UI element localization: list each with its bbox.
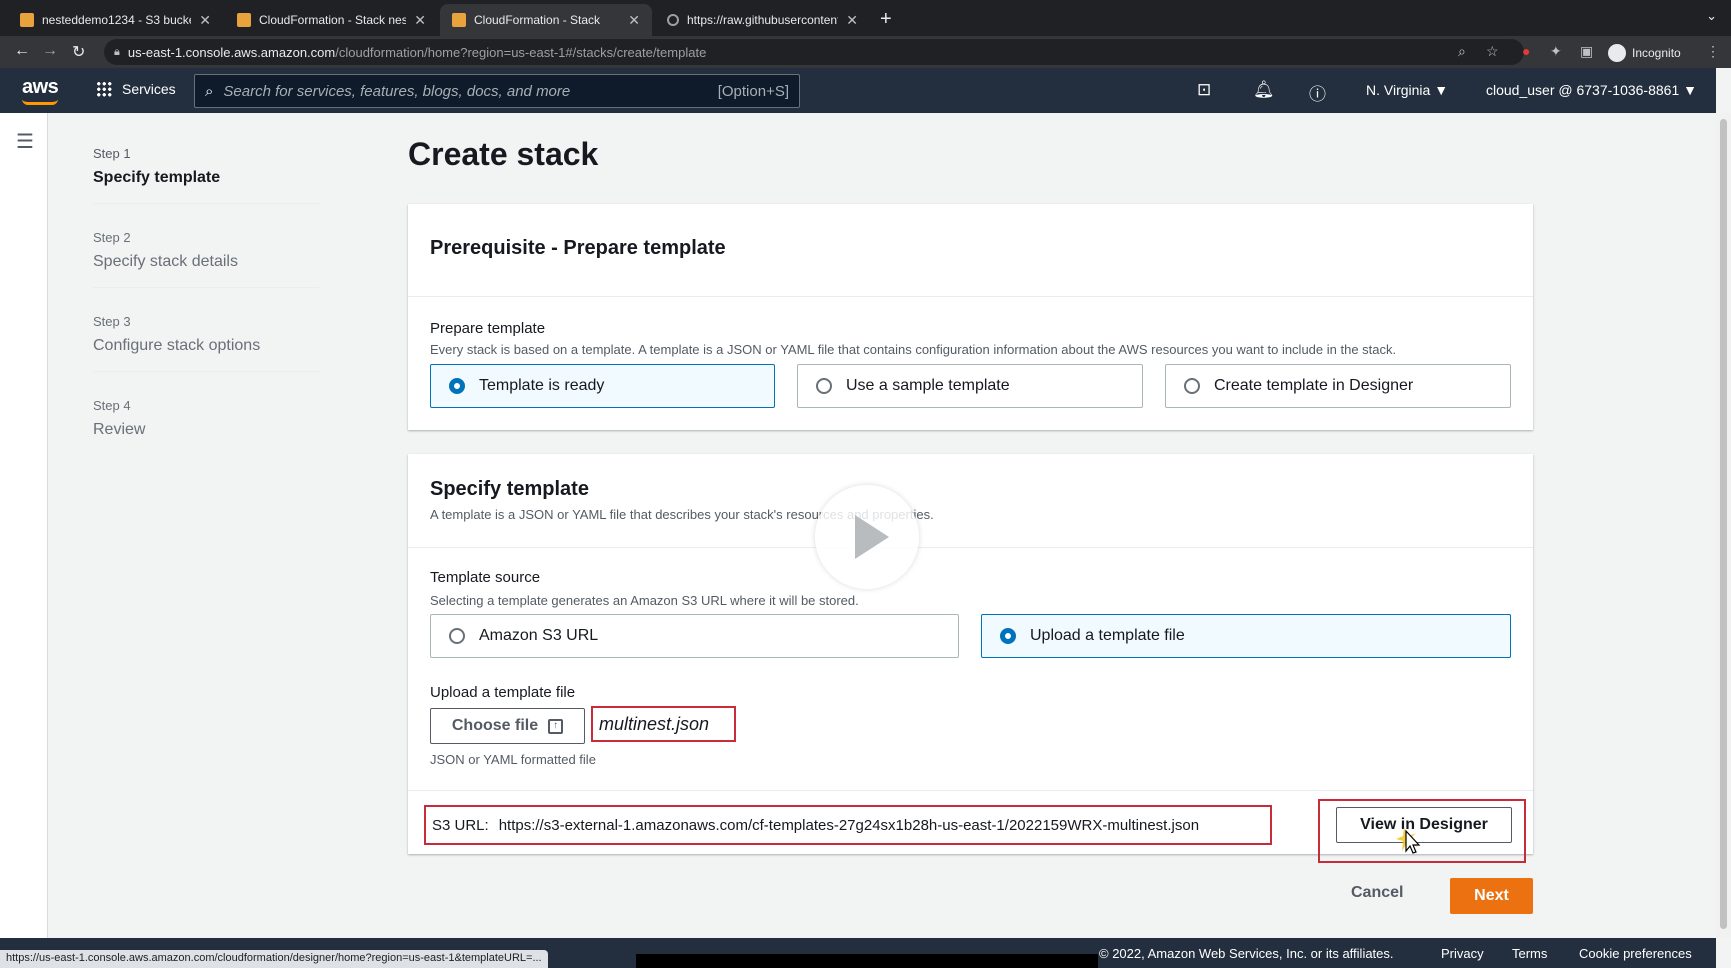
zoom-icon[interactable]: ⌕ <box>1458 43 1466 60</box>
page-title: Create stack <box>408 136 599 172</box>
choose-file-button[interactable]: Choose file ↑ <box>430 708 585 744</box>
close-tab-icon[interactable]: ✕ <box>199 12 211 29</box>
browser-tab[interactable]: nesteddemo1234 - S3 bucket ✕ <box>8 4 223 36</box>
specify-template-description: A template is a JSON or YAML file that d… <box>430 507 934 522</box>
wizard-step-4: Step 4 Review <box>93 398 146 438</box>
browser-tab-bar: nesteddemo1234 - S3 bucket ✕ CloudFormat… <box>0 0 1731 36</box>
upload-template-option[interactable]: Upload a template file <box>981 614 1511 658</box>
incognito-icon <box>1608 44 1626 62</box>
selected-file-name: multinest.json <box>591 706 736 742</box>
view-in-designer-highlight: View in Designer <box>1318 799 1526 863</box>
radio-selected-icon <box>1000 628 1016 644</box>
wizard-step-3: Step 3 Configure stack options <box>93 314 319 372</box>
file-format-hint: JSON or YAML formatted file <box>430 752 596 767</box>
page-scrollbar[interactable] <box>1716 113 1731 938</box>
close-tab-icon[interactable]: ✕ <box>846 12 858 29</box>
specify-template-header: Specify template A template is a JSON or… <box>408 454 1533 548</box>
services-menu-button[interactable]: Services <box>96 81 176 97</box>
aws-top-nav: aws Services ⌕ Search for services, feat… <box>0 68 1716 113</box>
prepare-template-description: Every stack is based on a template. A te… <box>430 342 1397 357</box>
address-bar[interactable]: 🔒︎ us-east-1.console.aws.amazon.com/clou… <box>104 39 1524 65</box>
side-navigation-collapsed: ☰ <box>0 113 48 938</box>
cloudshell-icon[interactable]: ⊡ <box>1197 80 1211 100</box>
mouse-pointer-icon <box>1396 827 1421 854</box>
radio-icon <box>816 378 832 394</box>
divider <box>408 790 1533 791</box>
tab-search-chevron-icon[interactable]: ⌄ <box>1706 8 1717 24</box>
cancel-button[interactable]: Cancel <box>1351 884 1403 902</box>
extension-icon[interactable]: ● <box>1522 43 1530 59</box>
s3-favicon-icon <box>20 13 34 27</box>
aws-logo-smile-icon <box>22 99 58 105</box>
cloudformation-favicon-icon <box>452 13 466 27</box>
wizard-step-2: Step 2 Specify stack details <box>93 230 319 288</box>
globe-icon <box>667 14 679 26</box>
video-caption-strip <box>636 954 1098 968</box>
designer-template-option[interactable]: Create template in Designer <box>1165 364 1511 408</box>
hamburger-menu-icon[interactable]: ☰ <box>16 129 34 154</box>
search-input[interactable]: ⌕ Search for services, features, blogs, … <box>194 74 800 108</box>
play-triangle <box>855 515 889 559</box>
browser-tab[interactable]: https://raw.githubusercontent.c ✕ <box>655 4 870 36</box>
back-icon[interactable]: ← <box>14 42 30 60</box>
account-menu[interactable]: cloud_user @ 6737-1036-8861 ▼ <box>1486 82 1697 98</box>
radio-selected-icon <box>449 378 465 394</box>
browser-menu-icon[interactable]: ⋮ <box>1706 43 1720 60</box>
browser-tab-active[interactable]: CloudFormation - Stack ✕ <box>440 4 652 36</box>
close-tab-icon[interactable]: ✕ <box>628 12 640 29</box>
footer-link-terms[interactable]: Terms <box>1512 946 1547 961</box>
browser-toolbar: ← → ↻ 🔒︎ us-east-1.console.aws.amazon.co… <box>0 36 1731 68</box>
upload-template-label: Upload a template file <box>430 684 576 701</box>
link-status-url: https://us-east-1.console.aws.amazon.com… <box>0 950 548 968</box>
s3-url-display: S3 URL: https://s3-external-1.amazonaws.… <box>424 805 1272 845</box>
wizard-steps: Step 1 Specify template Step 2 Specify s… <box>93 146 319 481</box>
sample-template-option[interactable]: Use a sample template <box>797 364 1143 408</box>
footer-link-cookie-preferences[interactable]: Cookie preferences <box>1579 946 1692 961</box>
reload-icon[interactable]: ↻ <box>72 42 85 62</box>
prerequisite-panel: Prerequisite - Prepare template Prepare … <box>408 204 1533 430</box>
new-tab-icon[interactable]: + <box>880 8 892 31</box>
lock-icon: 🔒︎ <box>114 45 120 58</box>
radio-icon <box>449 628 465 644</box>
prerequisite-header: Prerequisite - Prepare template <box>408 204 1533 297</box>
view-in-designer-button[interactable]: View in Designer <box>1336 807 1512 843</box>
forward-icon[interactable]: → <box>42 42 58 60</box>
notifications-bell-icon[interactable]: 🔔︎ <box>1253 80 1275 100</box>
next-button[interactable]: Next <box>1450 878 1533 914</box>
region-selector[interactable]: N. Virginia ▼ <box>1366 82 1448 98</box>
side-panel-icon[interactable]: ▣ <box>1580 43 1593 60</box>
close-tab-icon[interactable]: ✕ <box>414 12 426 29</box>
footer-link-privacy[interactable]: Privacy <box>1441 946 1484 961</box>
grid-icon <box>96 81 112 97</box>
template-source-description: Selecting a template generates an Amazon… <box>430 593 859 608</box>
search-icon: ⌕ <box>205 82 214 100</box>
prepare-template-label: Prepare template <box>430 320 546 337</box>
browser-tab[interactable]: CloudFormation - Stack nested ✕ <box>225 4 438 36</box>
cloudformation-favicon-icon <box>237 13 251 27</box>
help-icon[interactable]: ⓘ <box>1309 80 1326 105</box>
template-source-label: Template source <box>430 569 541 586</box>
video-play-icon[interactable] <box>815 485 919 589</box>
bookmark-star-icon[interactable]: ☆ <box>1486 43 1499 60</box>
extensions-puzzle-icon[interactable]: ✦ <box>1550 43 1562 60</box>
upload-icon: ↑ <box>548 718 564 734</box>
amazon-s3-url-option[interactable]: Amazon S3 URL <box>430 614 959 658</box>
aws-logo[interactable]: aws <box>22 76 59 99</box>
incognito-indicator[interactable]: Incognito <box>1608 44 1681 62</box>
copyright-text: © 2022, Amazon Web Services, Inc. or its… <box>1099 946 1394 961</box>
radio-icon <box>1184 378 1200 394</box>
template-ready-option[interactable]: Template is ready <box>430 364 775 408</box>
scrollbar-thumb[interactable] <box>1720 119 1727 929</box>
specify-template-panel: Specify template A template is a JSON or… <box>408 454 1533 863</box>
wizard-step-1: Step 1 Specify template <box>93 146 319 204</box>
